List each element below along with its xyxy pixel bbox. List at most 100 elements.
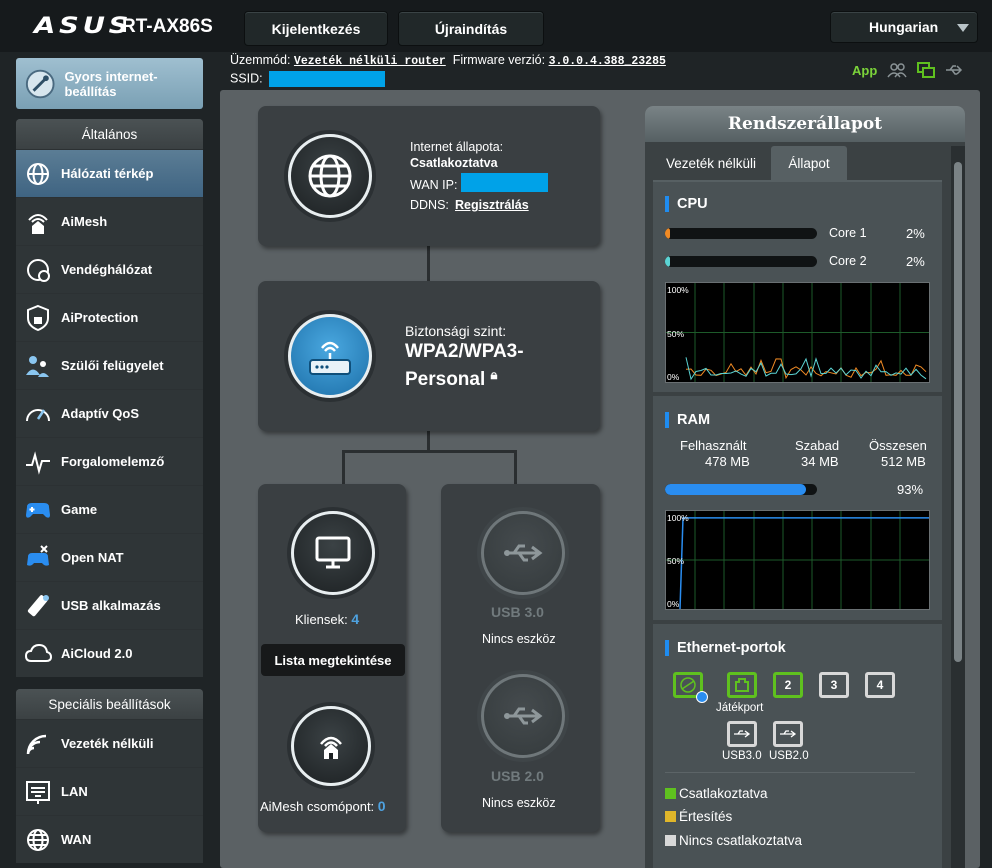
connector-line bbox=[514, 450, 517, 486]
ssid-line: SSID: bbox=[230, 71, 385, 87]
traffic-analyzer-icon bbox=[23, 447, 53, 477]
cpu-graph: 100% 50% 0% bbox=[665, 282, 930, 383]
ram-title: RAM bbox=[665, 412, 710, 428]
advanced-item-label: Vezeték nélküli bbox=[61, 736, 154, 751]
speedometer-icon bbox=[23, 399, 53, 429]
general-item-9[interactable]: USB alkalmazás bbox=[16, 581, 203, 629]
ddns-register-link[interactable]: Regisztrálás bbox=[455, 198, 529, 212]
general-item-4[interactable]: Szülői felügyelet bbox=[16, 341, 203, 389]
cpu-graph-label-50: 50% bbox=[667, 329, 685, 339]
advanced-item-1[interactable]: LAN bbox=[16, 767, 203, 815]
general-item-label: Open NAT bbox=[61, 550, 124, 565]
lan-port-4[interactable]: 4 bbox=[865, 672, 895, 698]
ram-free-value: 34 MB bbox=[801, 454, 839, 469]
users-icon[interactable] bbox=[887, 62, 907, 78]
parental-icon bbox=[23, 351, 53, 381]
ethernet-block: Ethernet-portok 2 3 4 Játékport USB3.0 U… bbox=[653, 624, 942, 868]
app-link[interactable]: App bbox=[852, 63, 877, 78]
usb2-label: USB 2.0 bbox=[491, 768, 544, 784]
quick-internet-setup[interactable]: Gyors internet-beállítás bbox=[16, 58, 203, 109]
connector-line bbox=[342, 450, 517, 453]
usb2-port[interactable] bbox=[773, 721, 803, 747]
ram-graph-label-0: 0% bbox=[667, 599, 680, 609]
cpu-block: CPU Core 1 2% Core 2 2% 100% 50% 0% bbox=[653, 182, 942, 392]
tab-status[interactable]: Állapot bbox=[771, 146, 847, 180]
general-item-7[interactable]: Game bbox=[16, 485, 203, 533]
general-item-6[interactable]: Forgalomelemző bbox=[16, 437, 203, 485]
router-model: RT-AX86S bbox=[122, 16, 213, 37]
usb-app-icon bbox=[23, 591, 53, 621]
ddns-label: DDNS: bbox=[410, 198, 449, 212]
general-item-10[interactable]: AiCloud 2.0 bbox=[16, 629, 203, 677]
general-item-5[interactable]: Adaptív QoS bbox=[16, 389, 203, 437]
usb-status-icon[interactable] bbox=[945, 64, 963, 76]
advanced-item-2[interactable]: WAN bbox=[16, 815, 203, 863]
usb3-port[interactable] bbox=[727, 721, 757, 747]
connector-line bbox=[427, 430, 430, 452]
network-status-icon[interactable] bbox=[917, 62, 936, 78]
ram-free-label: Szabad bbox=[795, 438, 840, 453]
clients-button[interactable] bbox=[291, 511, 375, 595]
shield-lock-icon bbox=[23, 303, 53, 333]
logout-button[interactable]: Kijelentkezés bbox=[244, 11, 388, 46]
lan-port-2[interactable]: 2 bbox=[773, 672, 803, 698]
general-menu-title: Általános bbox=[16, 119, 203, 149]
firmware-link[interactable]: 3.0.0.4.388_23285 bbox=[549, 55, 666, 68]
chevron-down-icon bbox=[957, 24, 969, 32]
wan-globe-icon bbox=[23, 825, 53, 855]
general-item-1[interactable]: AiMesh bbox=[16, 197, 203, 245]
general-item-label: USB alkalmazás bbox=[61, 598, 161, 613]
ram-bar bbox=[665, 484, 817, 495]
general-item-label: Adaptív QoS bbox=[61, 406, 140, 421]
mode-link[interactable]: Vezeték nélküli router bbox=[294, 55, 446, 68]
ram-graph-label-100: 100% bbox=[667, 513, 689, 523]
usb2-button[interactable] bbox=[481, 674, 565, 758]
aimesh-node-label: AiMesh csomópont: 0 bbox=[260, 798, 386, 814]
legend-connected: Csatlakoztatva bbox=[665, 786, 768, 801]
guest-network-icon bbox=[23, 255, 53, 285]
usb-icon bbox=[504, 544, 543, 562]
globe-icon bbox=[23, 159, 53, 189]
wan-port[interactable] bbox=[673, 672, 708, 703]
lan-port-3[interactable]: 3 bbox=[819, 672, 849, 698]
core2-percent: 2% bbox=[906, 254, 925, 269]
clients-card: Kliensek: 4 Lista megtekintése AiMesh cs… bbox=[258, 484, 406, 832]
tab-wireless[interactable]: Vezeték nélküli bbox=[651, 146, 771, 180]
reboot-button[interactable]: Újraindítás bbox=[398, 11, 544, 46]
general-item-3[interactable]: AiProtection bbox=[16, 293, 203, 341]
general-item-8[interactable]: Open NAT bbox=[16, 533, 203, 581]
internet-globe-button[interactable] bbox=[288, 134, 372, 218]
wan-globe-port-icon bbox=[680, 677, 696, 693]
ram-used-value: 478 MB bbox=[705, 454, 750, 469]
lan-icon bbox=[23, 777, 53, 807]
language-value: Hungarian bbox=[869, 19, 939, 35]
view-client-list-button[interactable]: Lista megtekintése bbox=[261, 644, 405, 676]
core1-percent: 2% bbox=[906, 226, 925, 241]
usb3-button[interactable] bbox=[481, 511, 565, 595]
general-item-label: AiCloud 2.0 bbox=[61, 646, 133, 661]
panel-scrollbar[interactable] bbox=[951, 146, 965, 868]
cpu-graph-label-0: 0% bbox=[667, 372, 680, 382]
ram-graph-label-50: 50% bbox=[667, 556, 685, 566]
router-icon bbox=[309, 341, 351, 375]
aimesh-node-button[interactable] bbox=[291, 706, 371, 786]
ram-used-label: Felhasznált bbox=[680, 438, 747, 453]
general-item-0[interactable]: Hálózati térkép bbox=[16, 149, 203, 197]
legend-notification-swatch bbox=[665, 811, 676, 822]
wan-ip-label: WAN IP: bbox=[410, 178, 458, 192]
divider bbox=[665, 772, 915, 773]
clients-label: Kliensek: 4 bbox=[295, 611, 360, 627]
scrollbar-thumb[interactable] bbox=[954, 162, 962, 662]
language-select[interactable]: Hungarian bbox=[830, 11, 978, 43]
core2-label: Core 2 bbox=[829, 254, 867, 268]
quick-setup-label: Gyors internet-beállítás bbox=[64, 68, 158, 99]
aimesh-node-count: 0 bbox=[377, 798, 386, 814]
router-button[interactable] bbox=[288, 314, 372, 398]
lan-port-1-game[interactable] bbox=[727, 672, 757, 698]
advanced-item-0[interactable]: Vezeték nélküli bbox=[16, 719, 203, 767]
ram-total-value: 512 MB bbox=[881, 454, 926, 469]
connector-line bbox=[342, 450, 345, 486]
general-item-2[interactable]: Vendéghálózat bbox=[16, 245, 203, 293]
ssid-label: SSID: bbox=[230, 71, 263, 86]
top-bar: ASUS RT-AX86S Kijelentkezés Újraindítás … bbox=[0, 0, 992, 52]
